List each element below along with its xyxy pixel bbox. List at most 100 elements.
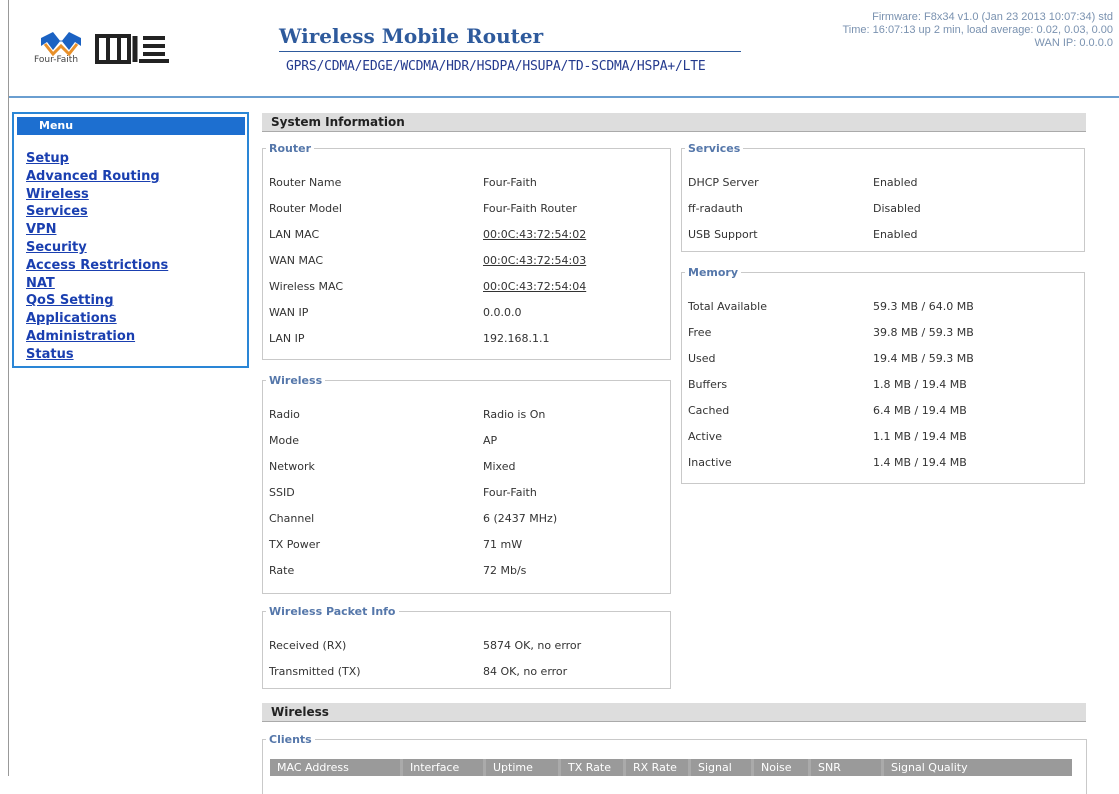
info-row: SSID Four-Faith	[269, 486, 537, 499]
inactive-value: 1.4 MB / 19.4 MB	[873, 456, 967, 469]
tx-power-value: 71 mW	[483, 538, 523, 551]
inactive-label: Inactive	[688, 456, 732, 469]
wan-ip-info: WAN IP: 0.0.0.0	[1034, 37, 1113, 49]
router-name-label: Router Name	[269, 176, 342, 189]
rate-value: 72 Mb/s	[483, 564, 527, 577]
channel-label: Channel	[269, 512, 315, 525]
ff-radauth-label: ff-radauth	[688, 202, 743, 215]
memory-legend: Memory	[688, 266, 739, 279]
menu-list: Setup Advanced Routing Wireless Services…	[26, 150, 168, 364]
ssid-label: SSID	[269, 486, 295, 499]
lan-mac-link[interactable]: 00:0C:43:72:54:02	[483, 228, 586, 241]
info-row: Used 19.4 MB / 59.3 MB	[688, 352, 974, 365]
menu-item-vpn[interactable]: VPN	[26, 221, 168, 239]
total-available-value: 59.3 MB / 64.0 MB	[873, 300, 974, 313]
radio-value: Radio is On	[483, 408, 546, 421]
packet-info-legend: Wireless Packet Info	[269, 605, 396, 618]
menu-item-applications[interactable]: Applications	[26, 310, 168, 328]
transmitted-label: Transmitted (TX)	[269, 665, 361, 678]
menu-item-access-restrictions[interactable]: Access Restrictions	[26, 257, 168, 275]
usb-support-label: USB Support	[688, 228, 758, 241]
brand-logo: Four-Faith	[31, 26, 231, 72]
router-model-value: Four-Faith Router	[483, 202, 577, 215]
menu-item-qos-setting[interactable]: QoS Setting	[26, 292, 168, 310]
info-row: LAN IP 192.168.1.1	[269, 332, 549, 345]
cached-label: Cached	[688, 404, 730, 417]
wireless-mac-link[interactable]: 00:0C:43:72:54:04	[483, 280, 586, 293]
dhcp-server-value: Enabled	[873, 176, 918, 189]
ssid-value: Four-Faith	[483, 486, 537, 499]
info-row: Mode AP	[269, 434, 497, 447]
column-tx-rate[interactable]: TX Rate	[561, 759, 623, 776]
four-faith-logo-icon	[41, 32, 169, 64]
column-rx-rate[interactable]: RX Rate	[626, 759, 688, 776]
page-subtitle: GPRS/CDMA/EDGE/WCDMA/HDR/HSDPA/HSUPA/TD-…	[286, 59, 706, 74]
info-row: Active 1.1 MB / 19.4 MB	[688, 430, 967, 443]
info-row: Inactive 1.4 MB / 19.4 MB	[688, 456, 967, 469]
info-row: Rate 72 Mb/s	[269, 564, 526, 577]
info-row: DHCP Server Enabled	[688, 176, 917, 189]
info-row: Received (RX) 5874 OK, no error	[269, 639, 581, 652]
frame-border	[8, 0, 9, 776]
channel-value: 6 (2437 MHz)	[483, 512, 558, 525]
logo-text: Four-Faith	[34, 55, 79, 65]
info-row: ff-radauth Disabled	[688, 202, 921, 215]
router-model-label: Router Model	[269, 202, 342, 215]
info-row: Radio Radio is On	[269, 408, 545, 421]
header-status-info: Firmware: F8x34 v1.0 (Jan 23 2013 10:07:…	[843, 11, 1114, 50]
buffers-label: Buffers	[688, 378, 728, 391]
column-signal-quality[interactable]: Signal Quality	[884, 759, 1072, 776]
lan-mac-label: LAN MAC	[269, 228, 320, 241]
column-signal[interactable]: Signal	[691, 759, 751, 776]
used-value: 19.4 MB / 59.3 MB	[873, 352, 974, 365]
menu-item-security[interactable]: Security	[26, 239, 168, 257]
transmitted-value: 84 OK, no error	[483, 665, 568, 678]
info-row: USB Support Enabled	[688, 228, 917, 241]
menu-item-advanced-routing[interactable]: Advanced Routing	[26, 168, 168, 186]
tx-power-label: TX Power	[269, 538, 321, 551]
wan-mac-label: WAN MAC	[269, 254, 324, 267]
menu-item-nat[interactable]: NAT	[26, 275, 168, 293]
wan-mac-link[interactable]: 00:0C:43:72:54:03	[483, 254, 586, 267]
column-noise[interactable]: Noise	[754, 759, 808, 776]
router-legend: Router	[269, 142, 312, 155]
services-legend: Services	[688, 142, 741, 155]
menu-item-services[interactable]: Services	[26, 203, 168, 221]
packet-info-fieldset: Wireless Packet Info Received (RX) 5874 O…	[262, 605, 671, 689]
wan-ip-value: 0.0.0.0	[483, 306, 522, 319]
column-mac-address[interactable]: MAC Address	[270, 759, 400, 776]
section-title-wireless: Wireless	[262, 703, 1086, 722]
column-interface[interactable]: Interface	[403, 759, 483, 776]
free-label: Free	[688, 326, 712, 339]
radio-label: Radio	[269, 408, 300, 421]
wireless-fieldset: Wireless Radio Radio is On Mode AP Network…	[262, 374, 671, 594]
info-row: Free 39.8 MB / 59.3 MB	[688, 326, 974, 339]
info-row: LAN MAC 00:0C:43:72:54:02	[269, 228, 586, 241]
menu-item-setup[interactable]: Setup	[26, 150, 168, 168]
usb-support-value: Enabled	[873, 228, 918, 241]
info-row: Transmitted (TX) 84 OK, no error	[269, 665, 567, 678]
wireless-mac-label: Wireless MAC	[269, 280, 344, 293]
column-snr[interactable]: SNR	[811, 759, 881, 776]
info-row: WAN IP 0.0.0.0	[269, 306, 521, 319]
used-label: Used	[688, 352, 716, 365]
lan-ip-label: LAN IP	[269, 332, 305, 345]
column-uptime[interactable]: Uptime	[486, 759, 558, 776]
mode-label: Mode	[269, 434, 299, 447]
ff-radauth-value: Disabled	[873, 202, 921, 215]
menu-item-status[interactable]: Status	[26, 346, 168, 364]
mode-value: AP	[483, 434, 498, 447]
clients-table-header: MAC Address Interface Uptime TX Rate RX …	[270, 759, 1072, 776]
buffers-value: 1.8 MB / 19.4 MB	[873, 378, 967, 391]
info-row: Wireless MAC 00:0C:43:72:54:04	[269, 280, 586, 293]
lan-ip-value: 192.168.1.1	[483, 332, 550, 345]
menu-item-wireless[interactable]: Wireless	[26, 186, 168, 204]
menu-item-administration[interactable]: Administration	[26, 328, 168, 346]
received-label: Received (RX)	[269, 639, 347, 652]
title-underline	[279, 51, 741, 52]
info-row: Cached 6.4 MB / 19.4 MB	[688, 404, 967, 417]
active-label: Active	[688, 430, 723, 443]
firmware-info: Firmware: F8x34 v1.0 (Jan 23 2013 10:07:…	[872, 11, 1113, 23]
cached-value: 6.4 MB / 19.4 MB	[873, 404, 967, 417]
free-value: 39.8 MB / 59.3 MB	[873, 326, 974, 339]
